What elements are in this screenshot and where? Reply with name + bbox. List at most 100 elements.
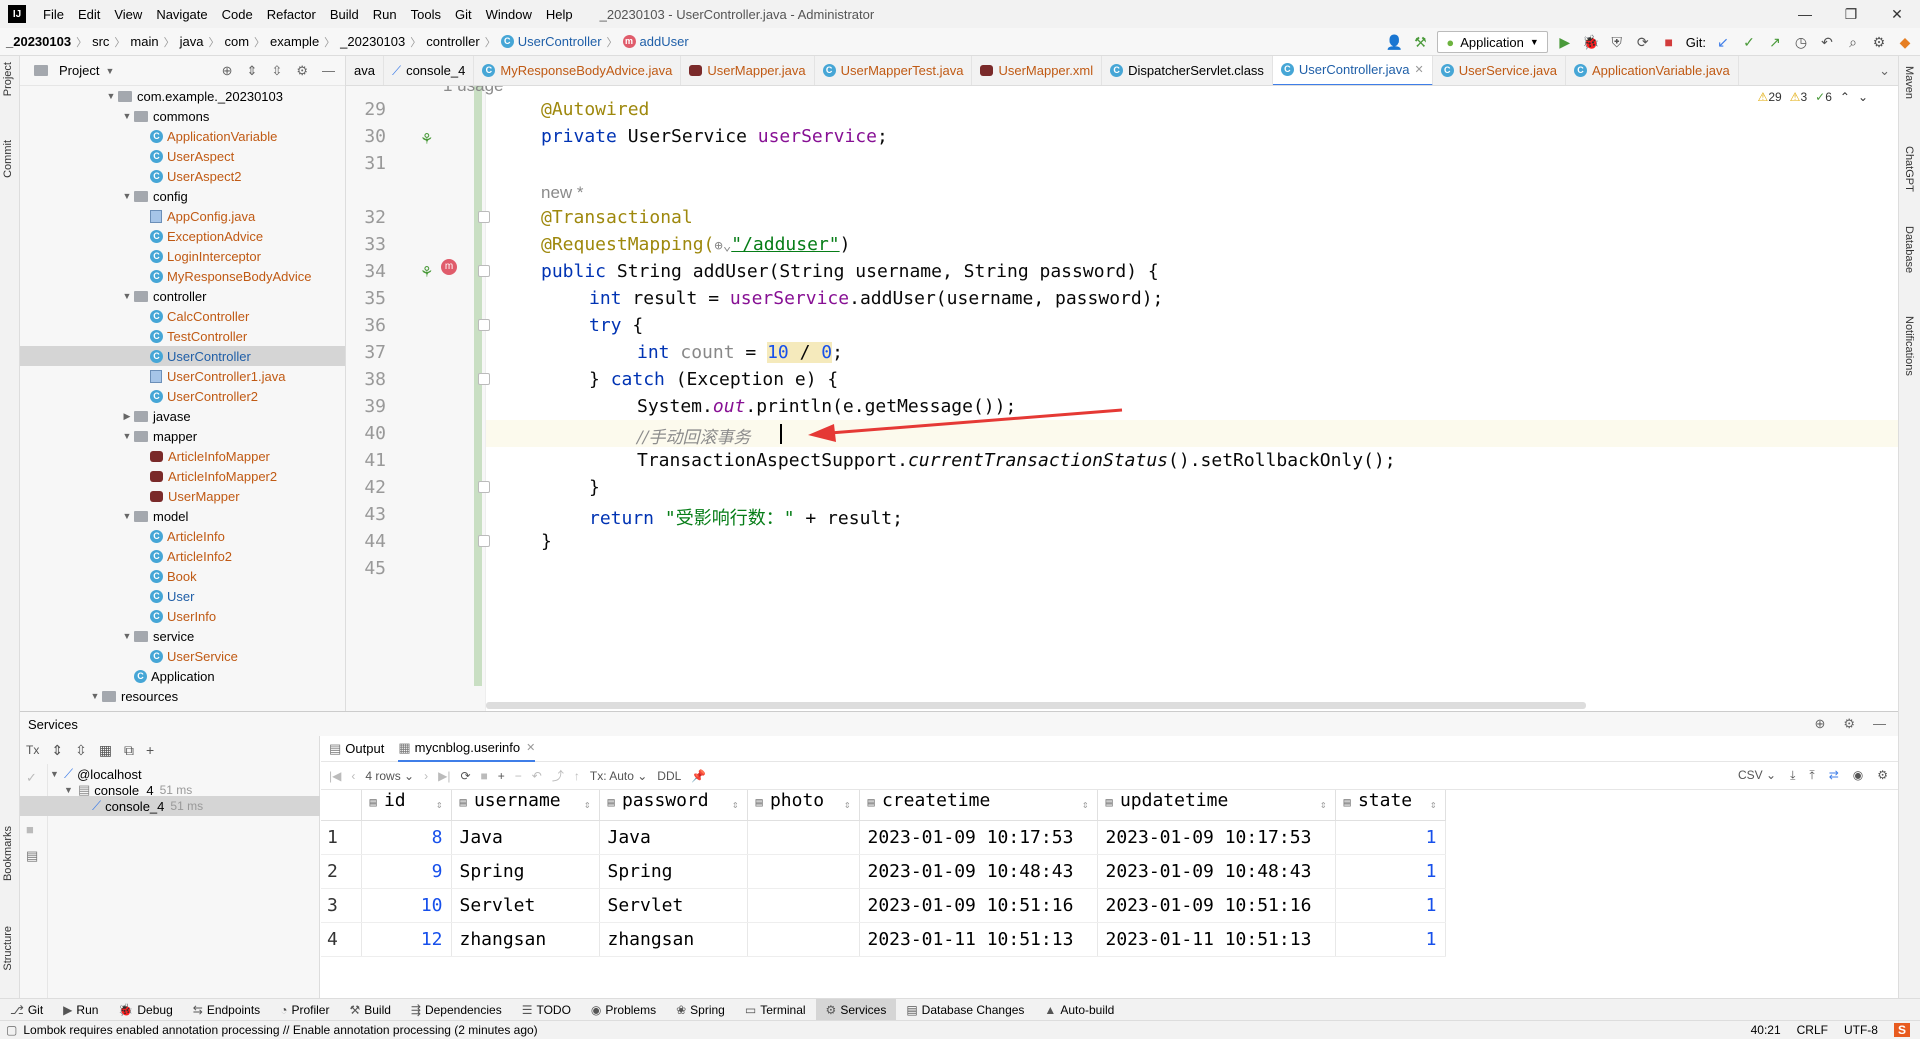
project-tree-item[interactable]: C Application: [20, 666, 345, 686]
menu-view[interactable]: View: [107, 7, 149, 22]
search-icon[interactable]: ⌕: [1844, 34, 1862, 51]
first-page-icon[interactable]: |◀: [329, 769, 341, 783]
project-tree-item[interactable]: C UserAspect: [20, 146, 345, 166]
tool-window-auto-build[interactable]: ▲ Auto-build: [1034, 999, 1124, 1021]
column-header-username[interactable]: ▤ username ⇕: [451, 790, 600, 821]
cell-password[interactable]: Spring: [599, 854, 748, 889]
fold-marker[interactable]: [478, 265, 490, 277]
chevron-down-icon[interactable]: ▼: [105, 66, 114, 76]
cell-id[interactable]: 8: [361, 820, 452, 855]
chevron-down-icon[interactable]: ▼: [120, 111, 134, 121]
coverage-icon[interactable]: ⛨: [1608, 34, 1626, 51]
cell-updatetime[interactable]: 2023-01-11 10:51:13: [1097, 922, 1336, 957]
editor-tab[interactable]: UserMapper.java: [681, 56, 815, 85]
editor-tab[interactable]: C DispatcherServlet.class: [1102, 56, 1273, 85]
cell-id[interactable]: 9: [361, 854, 452, 889]
breadcrumb-method[interactable]: addUser: [640, 34, 689, 49]
previous-page-icon[interactable]: ‹: [351, 769, 355, 783]
tool-window-problems[interactable]: ◉ Problems: [581, 999, 666, 1021]
result-grid[interactable]: ▤ id ⇕ ▤ username ⇕ ▤ password ⇕ ▤ photo ⇕ ▤…: [321, 790, 1446, 957]
cell-username[interactable]: zhangsan: [451, 922, 600, 957]
bookmarks-tool-button[interactable]: Bookmarks: [2, 826, 14, 881]
collapse-all-icon[interactable]: ⇳: [271, 63, 282, 79]
open-new-tab-icon[interactable]: ⧉: [124, 742, 134, 759]
cell-photo[interactable]: [747, 888, 860, 923]
breadcrumb-com[interactable]: com: [224, 34, 249, 49]
pin-icon[interactable]: 📌: [691, 769, 706, 783]
fold-marker[interactable]: [478, 535, 490, 547]
menu-build[interactable]: Build: [323, 7, 366, 22]
services-console-child-item[interactable]: ⟋ console_4 51 ms: [20, 796, 320, 816]
cell-state[interactable]: 1: [1335, 922, 1446, 957]
project-tree-item[interactable]: ▼ service: [20, 626, 345, 646]
tool-window-endpoints[interactable]: ⇆ Endpoints: [183, 999, 270, 1021]
cell-photo[interactable]: [747, 820, 860, 855]
git-update-icon[interactable]: ↙: [1714, 34, 1732, 51]
add-icon[interactable]: +: [146, 742, 154, 758]
tab-userinfo[interactable]: ▦ mycnblog.userinfo ✕: [398, 736, 536, 762]
cell-id[interactable]: 10: [361, 888, 452, 923]
sort-icon[interactable]: ⇕: [1430, 790, 1437, 820]
commit-tool-button[interactable]: Commit: [2, 140, 14, 178]
chevron-down-icon[interactable]: ▼: [120, 291, 134, 301]
tool-window-profiler[interactable]: ◔ Profiler: [270, 999, 339, 1021]
cell-updatetime[interactable]: 2023-01-09 10:17:53: [1097, 820, 1336, 855]
cell-id[interactable]: 12: [361, 922, 452, 957]
menu-code[interactable]: Code: [215, 7, 260, 22]
chevron-down-icon[interactable]: ▼: [104, 91, 118, 101]
cell-state[interactable]: 1: [1335, 820, 1446, 855]
project-tree-item[interactable]: C UserInfo: [20, 606, 345, 626]
rows-count-select[interactable]: 4 rows ⌄: [365, 769, 414, 783]
chevron-down-icon[interactable]: ⌄: [1858, 90, 1868, 104]
chevron-down-icon[interactable]: ▼: [120, 431, 134, 441]
editor-tab[interactable]: ⟋ console_4: [384, 56, 475, 85]
project-tree-item[interactable]: ArticleInfoMapper: [20, 446, 345, 466]
project-tree-item[interactable]: UserController1.java: [20, 366, 345, 386]
editor-tab[interactable]: C UserController.java ✕: [1272, 56, 1433, 85]
tool-window-dependencies[interactable]: ⇶ Dependencies: [401, 999, 512, 1021]
project-tree-item[interactable]: C UserController2: [20, 386, 345, 406]
column-header-photo[interactable]: ▤ photo ⇕: [747, 790, 860, 821]
menu-tools[interactable]: Tools: [404, 7, 448, 22]
editor-tab[interactable]: C UserMapperTest.java: [815, 56, 973, 85]
tab-list-icon[interactable]: ⌄: [1871, 63, 1898, 79]
editor-tab[interactable]: C MyResponseBodyAdvice.java: [474, 56, 682, 85]
cell-updatetime[interactable]: 2023-01-09 10:51:16: [1097, 888, 1336, 923]
menu-run[interactable]: Run: [366, 7, 404, 22]
close-icon[interactable]: ✕: [1414, 63, 1423, 76]
stop-icon[interactable]: ■: [1660, 34, 1678, 50]
project-tree-item[interactable]: C UserAspect2: [20, 166, 345, 186]
sort-icon[interactable]: ⇕: [1320, 790, 1327, 820]
breadcrumb-main[interactable]: main: [130, 34, 158, 49]
tx-mode-select[interactable]: Tx: Auto ⌄: [590, 769, 647, 783]
refresh-icon[interactable]: ⟳: [460, 769, 470, 783]
cell-updatetime[interactable]: 2023-01-09 10:48:43: [1097, 854, 1336, 889]
chevron-down-icon[interactable]: ▼: [120, 191, 134, 201]
cell-username[interactable]: Servlet: [451, 888, 600, 923]
breadcrumb-project[interactable]: _20230103: [6, 34, 71, 49]
breadcrumb-java[interactable]: java: [180, 34, 204, 49]
cell-username[interactable]: Java: [451, 820, 600, 855]
table-row[interactable]: 4 12 zhangsan zhangsan 2023-01-11 10:51:13 20…: [321, 922, 1446, 957]
table-row[interactable]: 2 9 Spring Spring 2023-01-09 10:48:43 2023-01…: [321, 854, 1446, 889]
project-tree-item[interactable]: ▼ model: [20, 506, 345, 526]
ddl-button[interactable]: DDL: [657, 769, 681, 783]
status-message[interactable]: Lombok requires enabled annotation proce…: [23, 1023, 537, 1037]
commit-icon[interactable]: ✓: [26, 770, 37, 786]
chevron-up-icon[interactable]: ⌃: [1840, 90, 1850, 104]
gear-icon[interactable]: ⚙: [1870, 34, 1888, 51]
cell-createtime[interactable]: 2023-01-11 10:51:13: [859, 922, 1098, 957]
line-separator[interactable]: CRLF: [1797, 1023, 1828, 1037]
sort-icon[interactable]: ⇕: [436, 790, 443, 820]
hide-icon[interactable]: —: [322, 63, 335, 79]
method-icon[interactable]: m: [441, 259, 457, 275]
project-tree-item[interactable]: ▼ resources: [20, 686, 345, 706]
menu-navigate[interactable]: Navigate: [149, 7, 214, 22]
debug-icon[interactable]: 🐞: [1582, 34, 1600, 51]
project-tree-item[interactable]: C User: [20, 586, 345, 606]
project-tree-item[interactable]: C MyResponseBodyAdvice: [20, 266, 345, 286]
tool-window-git[interactable]: ⎇ Git: [0, 999, 53, 1021]
project-tree-item[interactable]: ▼ controller: [20, 286, 345, 306]
cell-createtime[interactable]: 2023-01-09 10:51:16: [859, 888, 1098, 923]
stop-icon[interactable]: ■: [481, 769, 488, 783]
